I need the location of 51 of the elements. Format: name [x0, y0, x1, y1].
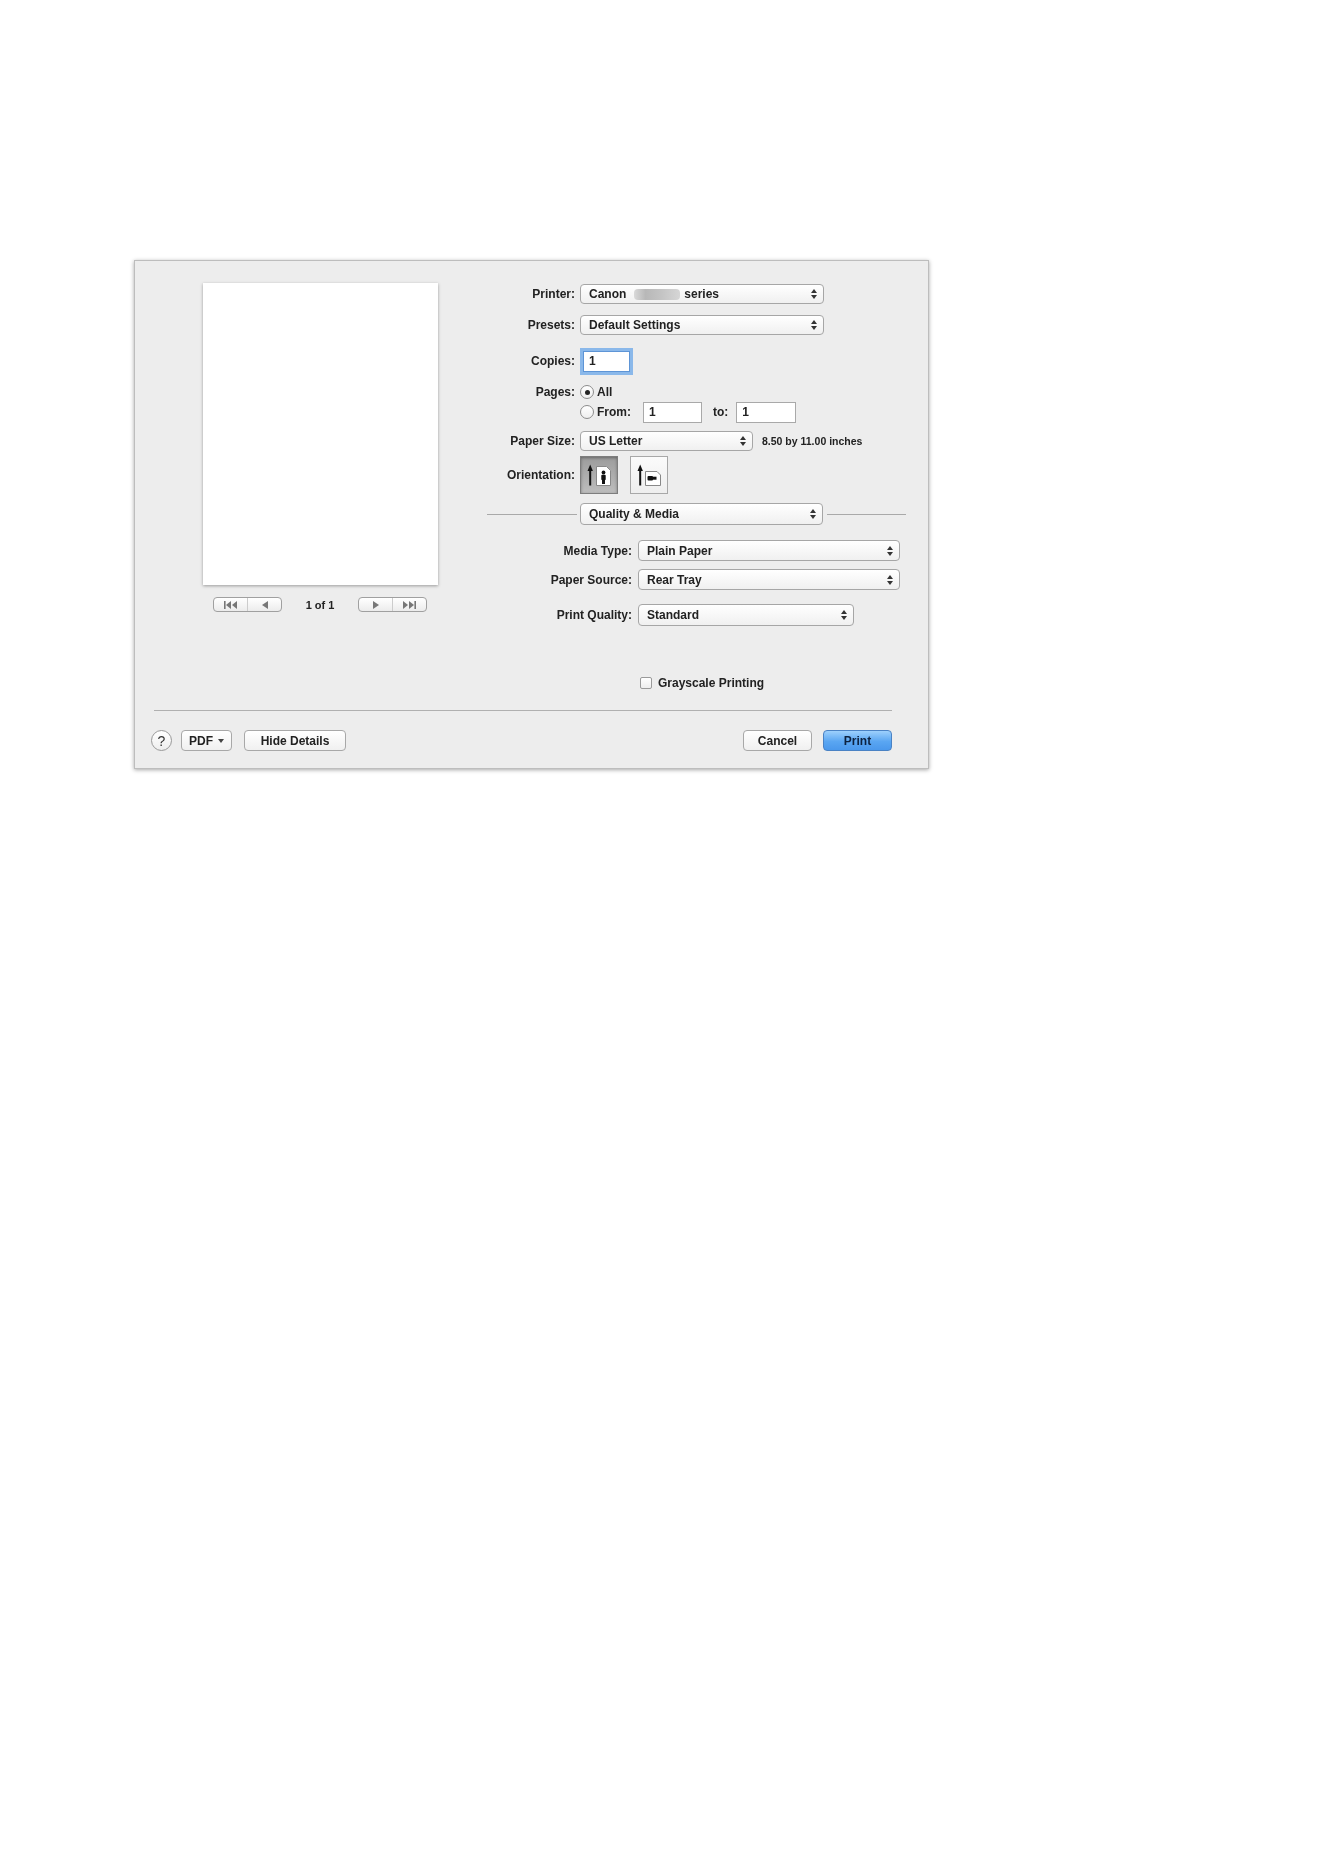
presets-popup[interactable]: Default Settings [580, 315, 824, 335]
updown-arrows-icon [887, 574, 893, 585]
landscape-button[interactable] [630, 456, 668, 494]
to-page-field[interactable]: 1 [736, 401, 797, 423]
field-label: Printer: [531, 287, 575, 301]
radio-label[interactable]: From: [597, 405, 631, 419]
caret-icon [218, 738, 224, 743]
paper-source-popup[interactable]: Rear Tray [638, 569, 900, 590]
pdf-menu-button[interactable]: PDF [181, 730, 232, 751]
field-label: Print Quality: [555, 608, 632, 622]
portrait-orientation-icon [587, 464, 611, 486]
page-navigation-control[interactable] [358, 597, 427, 612]
help-button[interactable]: ? [151, 730, 172, 751]
paper-dimensions: 8.50 by 11.00 inches [762, 435, 863, 447]
previous-page-icon [261, 600, 268, 609]
page-count: 1 of 1 [304, 598, 336, 611]
field-label: Presets: [526, 318, 575, 332]
last-page-icon [403, 600, 416, 609]
field-label: Media Type: [562, 543, 632, 558]
field-label: Orientation: [506, 468, 575, 482]
radio-label[interactable]: All [597, 385, 613, 399]
field-label: Copies: [530, 354, 575, 368]
checkbox-label[interactable]: Grayscale Printing [658, 676, 765, 690]
printer-popup[interactable]: Canon series [580, 284, 824, 304]
radio-button[interactable] [580, 385, 594, 399]
print-quality-popup[interactable]: Standard [638, 604, 854, 626]
updown-arrows-icon [810, 509, 816, 519]
portrait-button[interactable] [580, 456, 618, 494]
next-page-icon [372, 600, 379, 609]
first-page-icon [224, 600, 237, 609]
print-button[interactable]: Print [823, 730, 892, 751]
copies-field[interactable]: 1 [583, 350, 630, 372]
radio-button[interactable] [580, 405, 594, 419]
panel-menu-popup[interactable]: Quality & Media [580, 503, 823, 525]
field-label: Pages: [534, 385, 575, 399]
from-page-field[interactable]: 1 [643, 401, 702, 423]
cancel-button[interactable]: Cancel [743, 730, 812, 751]
updown-arrows-icon [811, 320, 817, 330]
media-type-popup[interactable]: Plain Paper [638, 540, 900, 561]
updown-arrows-icon [740, 436, 746, 446]
field-label: Paper Size: [509, 434, 575, 448]
updown-arrows-icon [887, 545, 893, 556]
field-label: to: [713, 405, 729, 419]
page-navigation-control[interactable] [213, 597, 282, 612]
updown-arrows-icon [841, 610, 847, 620]
paper-size-popup[interactable]: US Letter [580, 431, 753, 451]
field-label: Paper Source: [549, 572, 632, 587]
hide-details-button[interactable]: Hide Details [244, 730, 346, 751]
landscape-orientation-icon [637, 464, 661, 486]
checkbox[interactable] [640, 677, 652, 689]
updown-arrows-icon [811, 289, 817, 299]
